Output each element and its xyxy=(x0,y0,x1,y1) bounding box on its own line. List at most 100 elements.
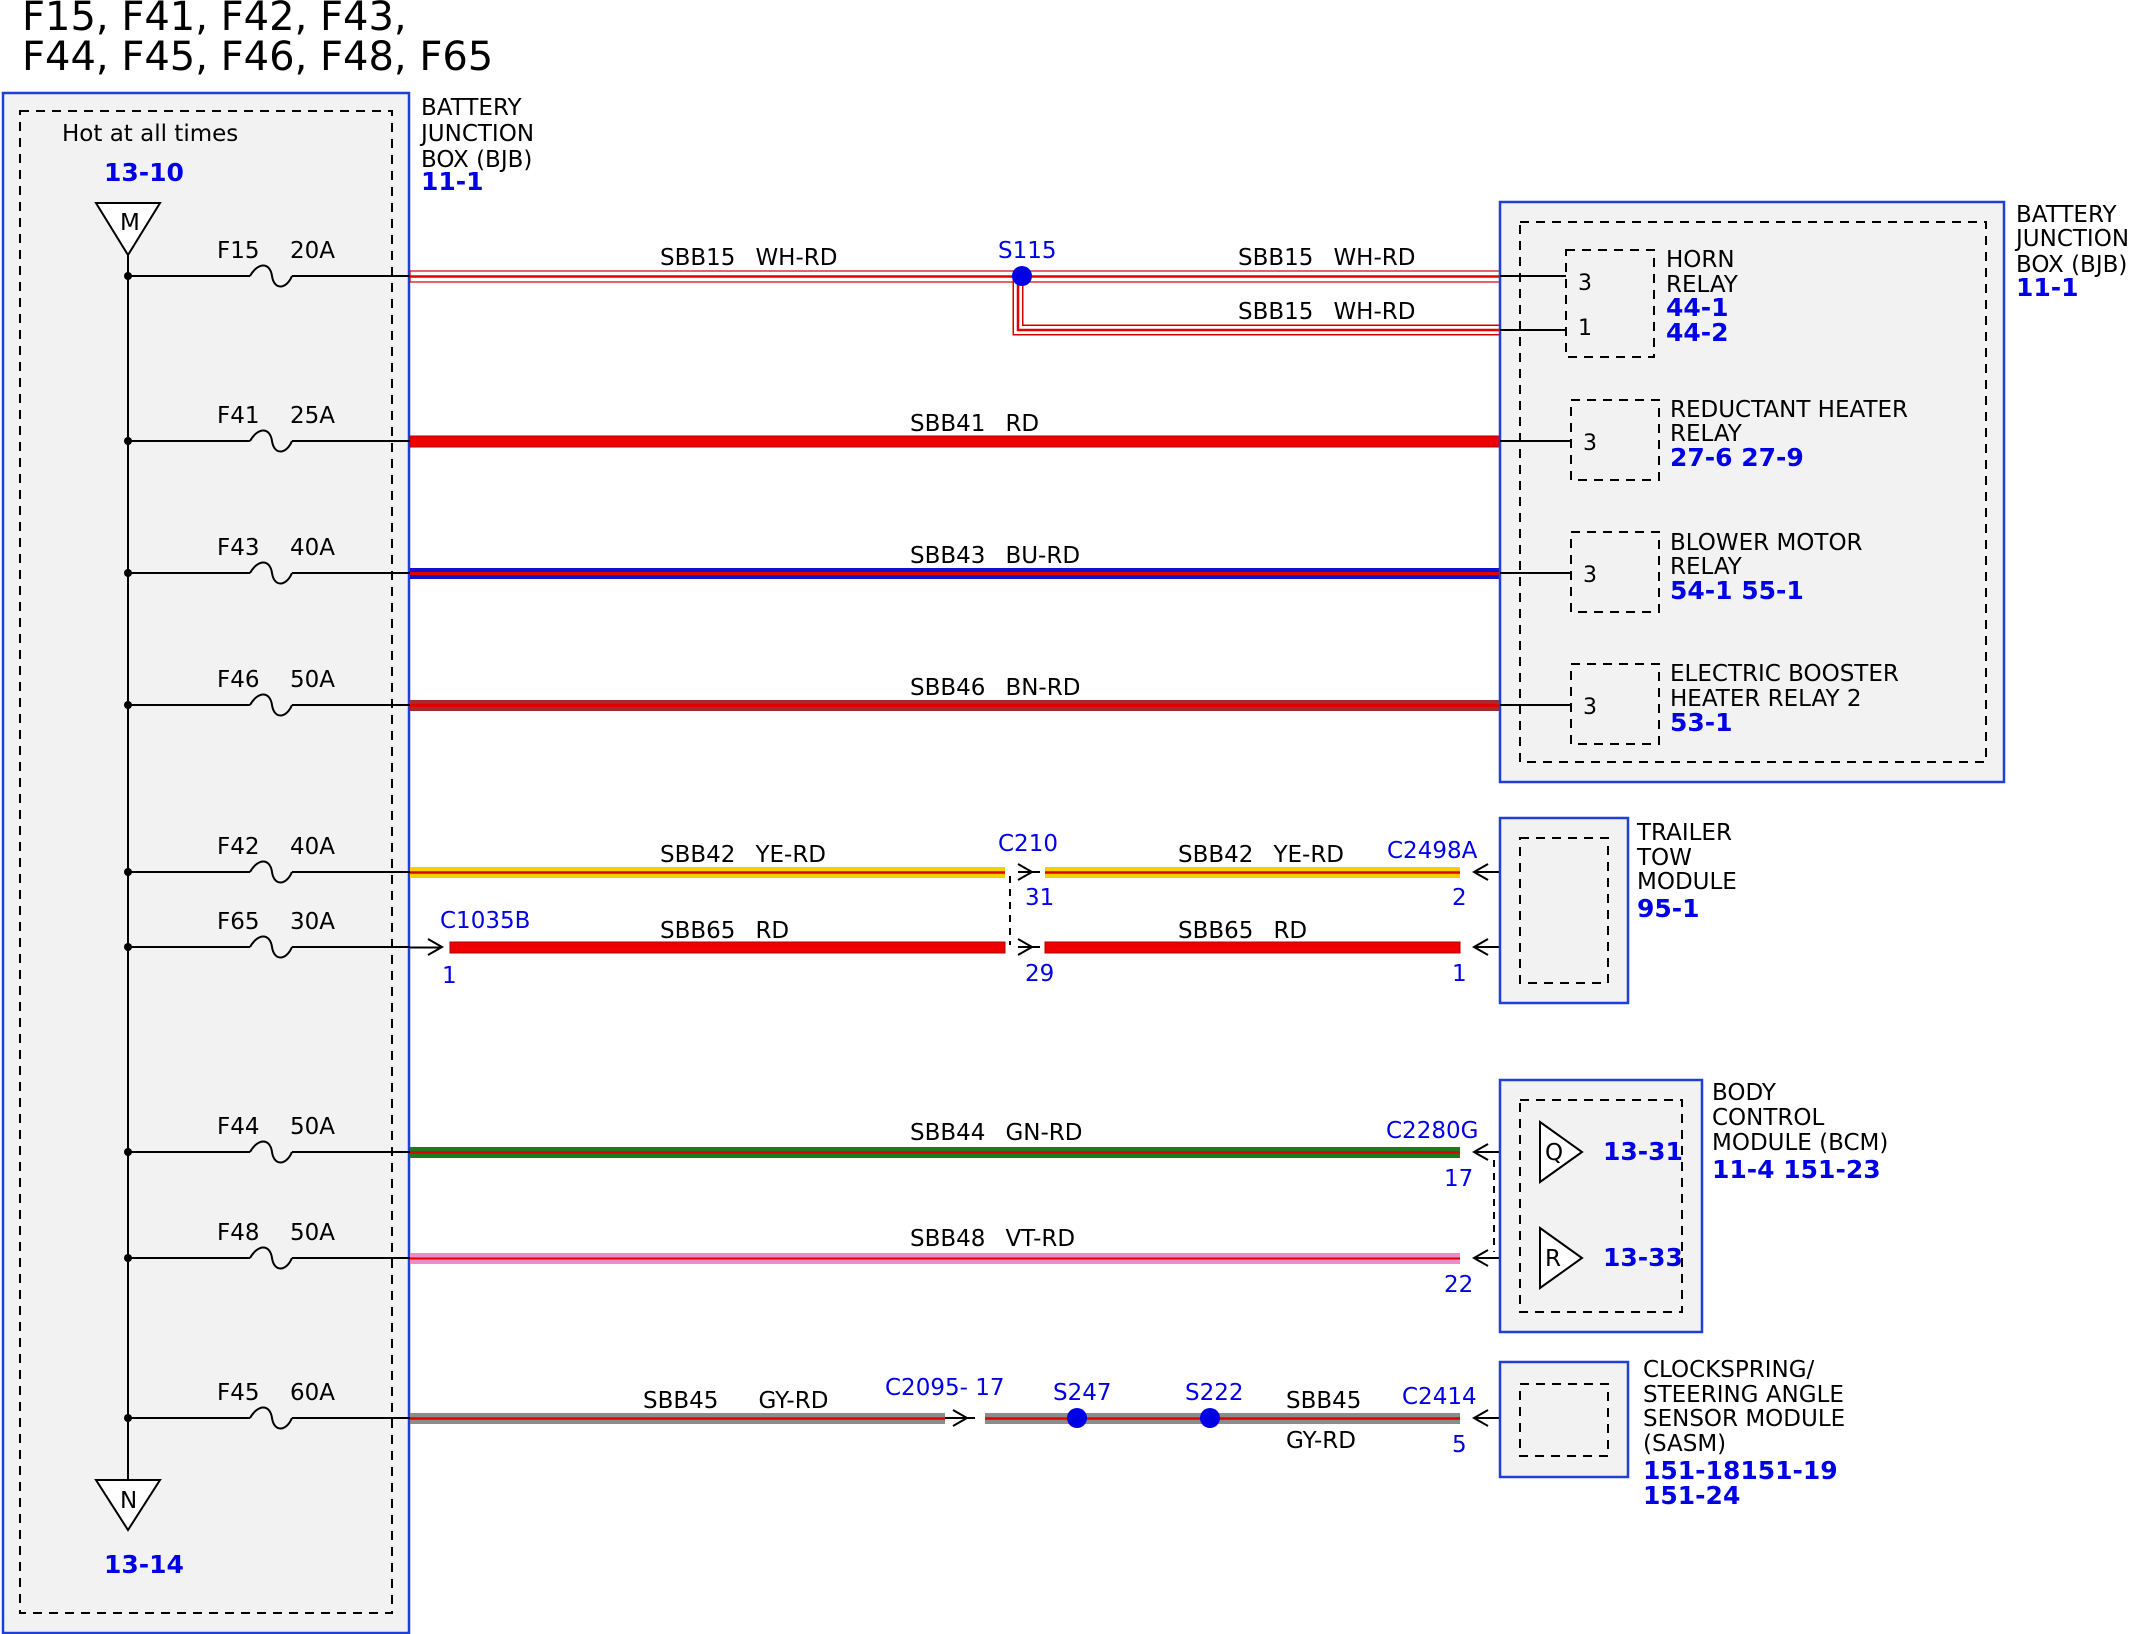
horn-pin3: 3 xyxy=(1578,271,1592,296)
bus-junction-dot xyxy=(124,569,132,577)
bus-junction-dot xyxy=(124,272,132,280)
sasm-name-2: STEERING ANGLE xyxy=(1643,1382,1844,1408)
fuse-rating: 50A xyxy=(290,667,335,693)
wire-label-sbb15-a: SBB15 WH-RD xyxy=(660,245,837,271)
fuse-rating: 50A xyxy=(290,1114,335,1140)
fuse-name: F48 xyxy=(217,1220,260,1246)
fuse-name: F45 xyxy=(217,1380,260,1406)
bcm-name-3: MODULE (BCM) xyxy=(1712,1130,1888,1156)
bcm-refs: 11-4 151-23 xyxy=(1712,1155,1881,1184)
splice-s115-label: S115 xyxy=(998,238,1057,264)
fuse-name: F44 xyxy=(217,1114,260,1140)
c2498a-pin2-icon xyxy=(1471,863,1500,881)
hot-at-all-times-label: Hot at all times xyxy=(62,121,238,147)
booster-name-1: ELECTRIC BOOSTER xyxy=(1670,661,1899,687)
wire-label-sbb48: SBB48 VT-RD xyxy=(910,1226,1075,1252)
c2414-pin: 5 xyxy=(1452,1432,1467,1458)
wire-sbb48 xyxy=(410,1253,1460,1264)
trailer-name-3: MODULE xyxy=(1637,869,1737,895)
bcm-r-label: R xyxy=(1545,1246,1561,1272)
c210-pin1: 31 xyxy=(1025,885,1054,911)
wire-sbb44 xyxy=(410,1147,1460,1158)
fuse-rating: 25A xyxy=(290,403,335,429)
wire-label-sbb15-c: SBB15 WH-RD xyxy=(1238,299,1415,325)
blower-refs: 54-1 55-1 xyxy=(1670,576,1804,605)
wire-sbb45-a xyxy=(410,1413,945,1424)
blower-name-1: BLOWER MOTOR xyxy=(1670,530,1863,556)
bcm-q-label: Q xyxy=(1545,1140,1563,1166)
wiring-diagram: F15, F41, F42, F43, F44, F45, F46, F48, … xyxy=(1,0,2129,1634)
wire-label-sbb45-b-color: GY-RD xyxy=(1286,1428,1356,1454)
c2280g-label: C2280G xyxy=(1386,1118,1478,1144)
wire-label-sbb42-a: SBB42 YE-RD xyxy=(660,842,826,868)
c1035b-label: C1035B xyxy=(440,908,530,934)
horn-pin1: 1 xyxy=(1578,316,1592,341)
sasm-name-1: CLOCKSPRING/ xyxy=(1643,1357,1815,1383)
bcm-q-ref: 13-31 xyxy=(1603,1137,1683,1166)
booster-pin: 3 xyxy=(1583,695,1597,720)
wire-sbb15-main xyxy=(409,270,1501,283)
sasm-box xyxy=(1498,1360,1630,1479)
c210-pin31-icon xyxy=(1017,863,1040,881)
reductant-refs: 27-6 27-9 xyxy=(1670,443,1804,472)
wire-label-sbb42-b: SBB42 YE-RD xyxy=(1178,842,1344,868)
right-bjb-name-2: JUNCTION xyxy=(2014,226,2129,252)
wire-sbb41 xyxy=(409,435,1501,448)
fuse-name: F43 xyxy=(217,535,260,561)
bus-junction-dot xyxy=(124,868,132,876)
splice-s247-label: S247 xyxy=(1053,1380,1112,1406)
fuse-name: F41 xyxy=(217,403,260,429)
splice-s115-dot xyxy=(1012,266,1032,286)
fuse-rating: 50A xyxy=(290,1220,335,1246)
bus-junction-dot xyxy=(124,701,132,709)
c2498a-pin2: 1 xyxy=(1452,961,1467,987)
fuse-rating: 40A xyxy=(290,834,335,860)
booster-refs: 53-1 xyxy=(1670,708,1733,737)
c2095-icon xyxy=(945,1409,975,1427)
wire-label-sbb45-a: SBB45 GY-RD xyxy=(643,1388,828,1414)
left-bjb-ref: 11-1 xyxy=(421,167,484,196)
m-label: M xyxy=(120,210,140,236)
top-ref: 13-10 xyxy=(104,158,184,187)
fuse-name: F65 xyxy=(217,909,260,935)
wire-sbb42-b xyxy=(1045,867,1460,878)
bus-junction-dot xyxy=(124,943,132,951)
c210-label: C210 xyxy=(998,831,1058,857)
c2498a-pin1-icon xyxy=(1471,938,1500,956)
c2498a-pin1: 2 xyxy=(1452,885,1467,911)
wire-label-sbb44: SBB44 GN-RD xyxy=(910,1120,1082,1146)
wire-label-sbb65-a: SBB65 RD xyxy=(660,918,789,944)
blower-pin: 3 xyxy=(1583,563,1597,588)
fuse-rating: 30A xyxy=(290,909,335,935)
fuse-rating: 40A xyxy=(290,535,335,561)
c2280g-pin1: 17 xyxy=(1444,1166,1473,1192)
c2414-label: C2414 xyxy=(1402,1384,1477,1410)
sasm-name-4: (SASM) xyxy=(1643,1431,1726,1457)
trailer-name-1: TRAILER xyxy=(1636,820,1732,846)
bcm-box xyxy=(1498,1078,1704,1334)
trailer-ref: 95-1 xyxy=(1637,894,1700,923)
wire-sbb46 xyxy=(410,700,1500,711)
wire-label-sbb41: SBB41 RD xyxy=(910,411,1039,437)
c210-pin29-icon xyxy=(1017,938,1040,956)
bus-junction-dot xyxy=(124,1254,132,1262)
n-label: N xyxy=(120,1488,137,1514)
c210-pin2: 29 xyxy=(1025,961,1054,987)
sasm-refs-2: 151-24 xyxy=(1643,1481,1740,1510)
right-bjb-ref: 11-1 xyxy=(2016,273,2079,302)
sasm-name-3: SENSOR MODULE xyxy=(1643,1406,1845,1432)
reductant-pin: 3 xyxy=(1583,431,1597,456)
fuse-name: F15 xyxy=(217,238,260,264)
splice-s222-label: S222 xyxy=(1185,1380,1244,1406)
title-line-2: F44, F45, F46, F48, F65 xyxy=(22,34,493,80)
wire-label-sbb65-b: SBB65 RD xyxy=(1178,918,1307,944)
fuse-rating: 20A xyxy=(290,238,335,264)
wire-label-sbb46: SBB46 BN-RD xyxy=(910,675,1080,701)
right-bjb-name-1: BATTERY xyxy=(2016,202,2117,228)
c2095-label: C2095- 17 xyxy=(885,1375,1004,1401)
wire-sbb43 xyxy=(410,568,1500,579)
fuse-name: F46 xyxy=(217,667,260,693)
c2498a-label: C2498A xyxy=(1387,838,1478,864)
reductant-name-1: REDUCTANT HEATER xyxy=(1670,397,1908,423)
splice-s222-dot xyxy=(1200,1408,1220,1428)
